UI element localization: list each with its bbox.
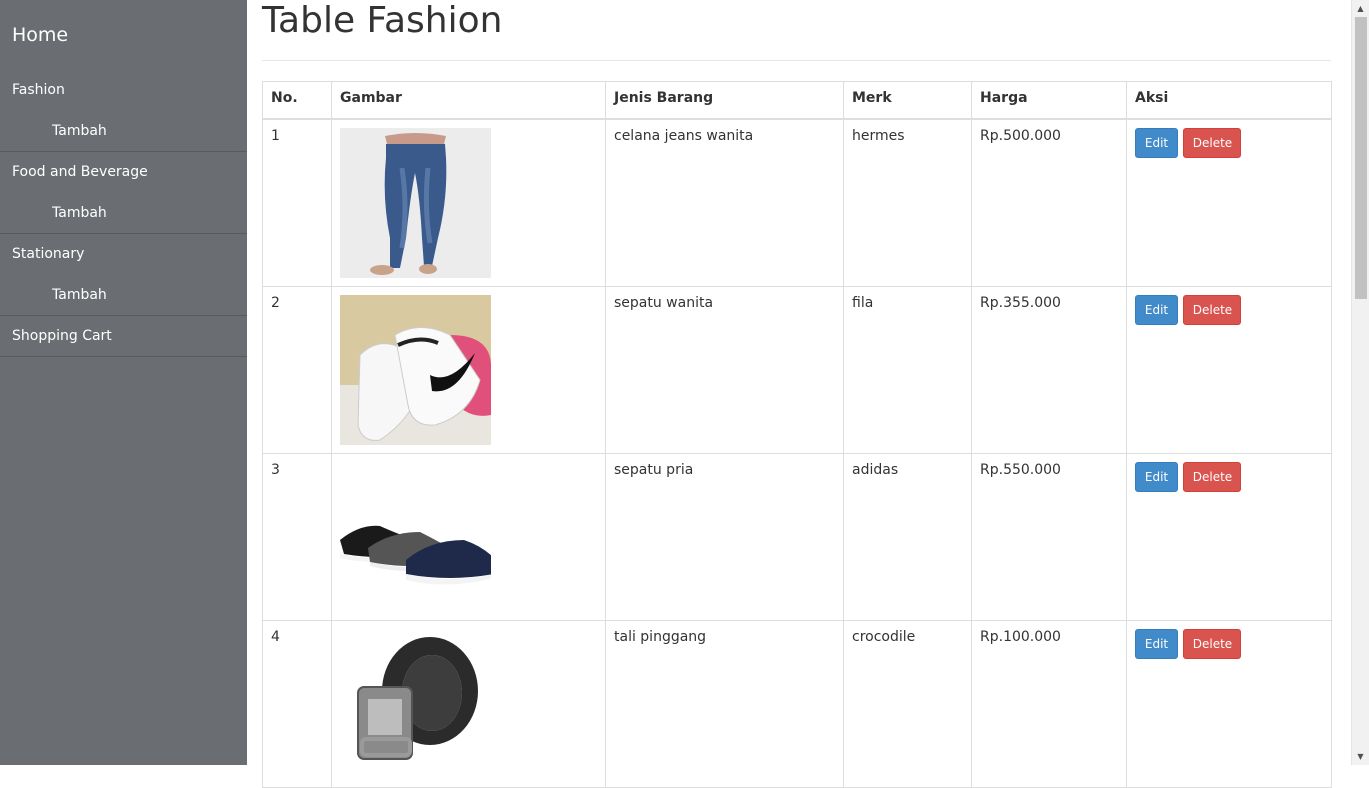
column-header-gambar: Gambar	[331, 81, 606, 120]
sidebar-group-stationary: Stationary Tambah	[0, 234, 247, 316]
table-row: 2 sepatu wanita fila Rp.355.000 Edit Del…	[262, 286, 1332, 454]
table-header-row: No. Gambar Jenis Barang Merk Harga Aksi	[262, 81, 1332, 120]
table-row: 1 celana jeans wanita hermes Rp.500.000	[262, 118, 1332, 287]
cell-gambar	[331, 118, 606, 287]
belt-image	[340, 629, 491, 779]
sneakers-image	[340, 295, 491, 445]
cell-harga: Rp.355.000	[971, 286, 1127, 454]
edit-button[interactable]: Edit	[1135, 629, 1178, 659]
delete-button[interactable]: Delete	[1183, 462, 1242, 492]
cell-harga: Rp.500.000	[971, 118, 1127, 287]
jeans-image	[340, 128, 491, 278]
column-header-aksi: Aksi	[1126, 81, 1332, 120]
edit-button[interactable]: Edit	[1135, 128, 1178, 158]
fashion-table: No. Gambar Jenis Barang Merk Harga Aksi …	[262, 81, 1332, 788]
mens-shoes-image	[340, 462, 491, 612]
cell-jenis-barang: sepatu wanita	[605, 286, 844, 454]
cell-merk: hermes	[843, 118, 972, 287]
vertical-scrollbar[interactable]: ▲ ▼	[1351, 0, 1369, 765]
cell-aksi: Edit Delete	[1126, 286, 1332, 454]
cell-aksi: Edit Delete	[1126, 620, 1332, 788]
cell-gambar	[331, 620, 606, 788]
cell-merk: crocodile	[843, 620, 972, 788]
cell-jenis-barang: sepatu pria	[605, 453, 844, 621]
scroll-up-arrow-icon[interactable]: ▲	[1352, 0, 1369, 17]
cell-gambar	[331, 286, 606, 454]
cell-harga: Rp.100.000	[971, 620, 1127, 788]
cell-merk: fila	[843, 286, 972, 454]
cell-jenis-barang: tali pinggang	[605, 620, 844, 788]
table-row: 4 tali pinggang crocodile Rp.100.000 Edi…	[262, 620, 1332, 788]
scroll-down-arrow-icon[interactable]: ▼	[1352, 748, 1369, 765]
sidebar-item-stationary-tambah[interactable]: Tambah	[0, 275, 247, 315]
main-content: Table Fashion No. Gambar Jenis Barang Me…	[262, 0, 1332, 788]
scrollbar-thumb[interactable]	[1355, 17, 1367, 299]
sidebar-item-food-and-beverage[interactable]: Food and Beverage	[0, 152, 247, 193]
cell-gambar	[331, 453, 606, 621]
cell-no: 1	[262, 118, 332, 287]
sidebar-item-shopping-cart[interactable]: Shopping Cart	[0, 316, 247, 357]
edit-button[interactable]: Edit	[1135, 462, 1178, 492]
sidebar-item-stationary[interactable]: Stationary	[0, 234, 247, 275]
edit-button[interactable]: Edit	[1135, 295, 1178, 325]
sidebar-group-fashion: Fashion Tambah	[0, 70, 247, 152]
delete-button[interactable]: Delete	[1183, 128, 1242, 158]
cell-harga: Rp.550.000	[971, 453, 1127, 621]
delete-button[interactable]: Delete	[1183, 629, 1242, 659]
sidebar: Home Fashion Tambah Food and Beverage Ta…	[0, 0, 247, 765]
cell-aksi: Edit Delete	[1126, 453, 1332, 621]
column-header-jenis-barang: Jenis Barang	[605, 81, 844, 120]
sidebar-group-food: Food and Beverage Tambah	[0, 152, 247, 234]
sidebar-item-fashion[interactable]: Fashion	[0, 70, 247, 111]
cell-no: 3	[262, 453, 332, 621]
column-header-merk: Merk	[843, 81, 972, 120]
sidebar-item-fashion-tambah[interactable]: Tambah	[0, 111, 247, 151]
sidebar-home-link[interactable]: Home	[0, 0, 247, 70]
cell-no: 2	[262, 286, 332, 454]
column-header-harga: Harga	[971, 81, 1127, 120]
cell-merk: adidas	[843, 453, 972, 621]
column-header-no: No.	[262, 81, 332, 120]
cell-jenis-barang: celana jeans wanita	[605, 118, 844, 287]
sidebar-item-food-tambah[interactable]: Tambah	[0, 193, 247, 233]
cell-no: 4	[262, 620, 332, 788]
title-divider	[262, 60, 1331, 61]
delete-button[interactable]: Delete	[1183, 295, 1242, 325]
cell-aksi: Edit Delete	[1126, 118, 1332, 287]
table-row: 3 sepatu pria adidas Rp.550.000 Edit Del…	[262, 453, 1332, 621]
page-title: Table Fashion	[262, 0, 503, 41]
